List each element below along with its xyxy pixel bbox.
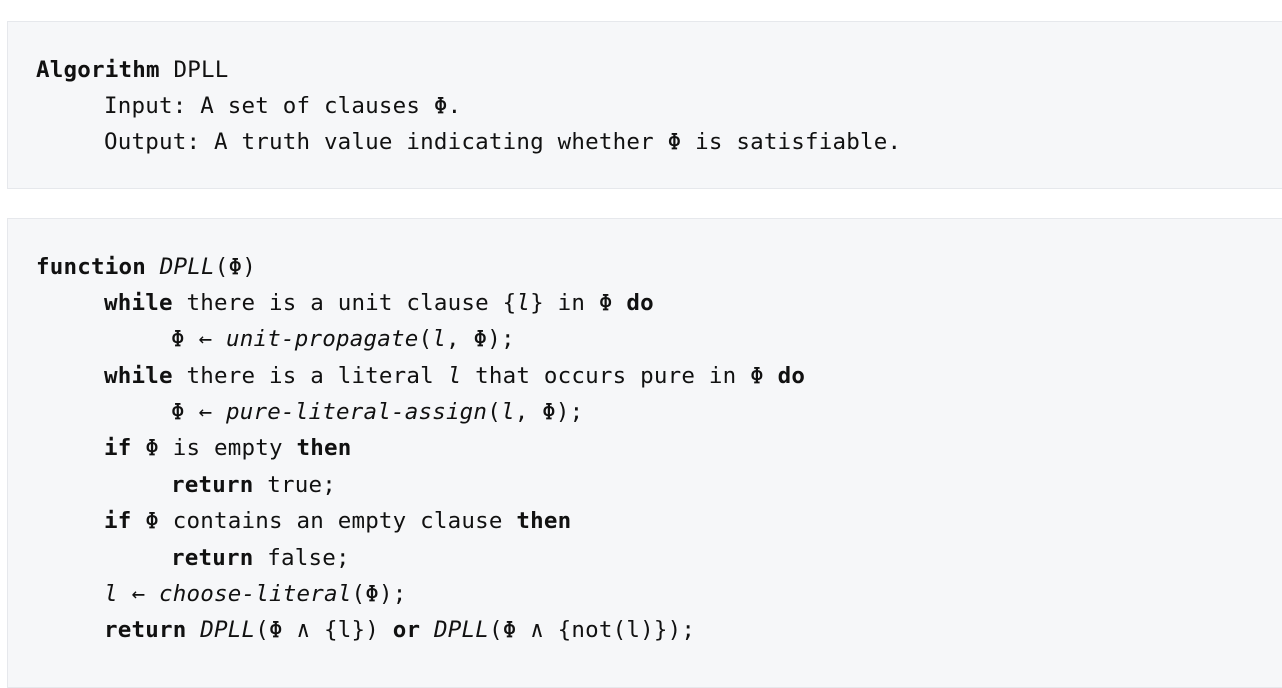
code-line-return-recursive: return DPLL(Φ ∧ {l}) or DPLL(Φ ∧ {not(l)… (104, 615, 695, 645)
call-args-rest: , Φ); (445, 326, 515, 352)
while-condition-b: that occurs pure in Φ (475, 363, 764, 389)
keyword-do: do (777, 363, 806, 389)
call-args: (Φ); (351, 581, 407, 607)
pure-literal-assign-call: pure-literal-assign (226, 399, 488, 425)
code-line-while-pure-literal: while there is a literal l that occurs p… (104, 361, 805, 391)
keyword-if: if (104, 508, 132, 534)
keyword-return: return (171, 472, 254, 498)
assignment-lhs: Φ ← (171, 399, 226, 425)
algorithm-output-line: Output: A truth value indicating whether… (104, 129, 902, 155)
algorithm-keyword: Algorithm (36, 57, 160, 83)
recursive-call-args: (Φ ∧ {l}) (255, 617, 379, 643)
code-line-return-true: return true; (171, 470, 336, 500)
code-line-choose-literal: l ← choose-literal(Φ); (104, 579, 406, 609)
assignment-arrow: ← (117, 581, 159, 607)
keyword-return: return (171, 545, 254, 571)
code-line-function-signature: function DPLL(Φ) (36, 252, 256, 282)
keyword-then: then (516, 508, 572, 534)
return-value: true; (267, 472, 336, 498)
code-line-return-false: return false; (171, 543, 350, 573)
if-condition: Φ contains an empty clause (145, 508, 503, 534)
while-condition-a: there is a unit clause { (186, 290, 517, 316)
code-line-pure-literal-assign: Φ ← pure-literal-assign(l, Φ); (171, 397, 583, 427)
code-line-if-empty: if Φ is empty then (104, 433, 351, 463)
keyword-if: if (104, 435, 132, 461)
keyword-return: return (104, 617, 187, 643)
code-line-if-empty-clause: if Φ contains an empty clause then (104, 506, 571, 536)
recursive-call-args: (Φ ∧ {not(l)}); (488, 617, 696, 643)
call-args-open: ( (487, 399, 501, 425)
literal-variable: l (432, 326, 446, 352)
keyword-function: function (36, 254, 146, 280)
algorithm-name: DPLL (173, 57, 229, 83)
if-condition: Φ is empty (145, 435, 283, 461)
keyword-or: or (392, 617, 421, 643)
keyword-do: do (626, 290, 654, 316)
choose-literal-call: choose-literal (159, 581, 352, 607)
call-args-rest: , Φ); (514, 399, 584, 425)
literal-variable: l (500, 399, 515, 425)
while-condition-b: } in Φ (530, 290, 613, 316)
literal-variable: l (516, 290, 531, 316)
assignment-lhs: Φ ← (171, 326, 226, 352)
keyword-while: while (104, 363, 173, 389)
code-line-while-unit-clause: while there is a unit clause {l} in Φ do (104, 288, 654, 318)
function-name: DPLL (159, 254, 215, 280)
literal-variable: l (447, 363, 462, 389)
algorithm-input-line: Input: A set of clauses Φ. (104, 93, 462, 119)
code-line-unit-propagate: Φ ← unit-propagate(l, Φ); (171, 324, 515, 354)
recursive-call-name: DPLL (200, 617, 256, 643)
return-value: false; (267, 545, 350, 571)
function-args: (Φ) (214, 254, 256, 280)
literal-variable: l (104, 581, 118, 607)
unit-propagate-call: unit-propagate (226, 326, 419, 352)
recursive-call-name: DPLL (433, 617, 489, 643)
algorithm-title-line: Algorithm DPLL (36, 55, 228, 85)
call-args-open: ( (418, 326, 433, 352)
keyword-then: then (296, 435, 352, 461)
while-condition-a: there is a literal (186, 363, 434, 389)
keyword-while: while (104, 290, 173, 316)
